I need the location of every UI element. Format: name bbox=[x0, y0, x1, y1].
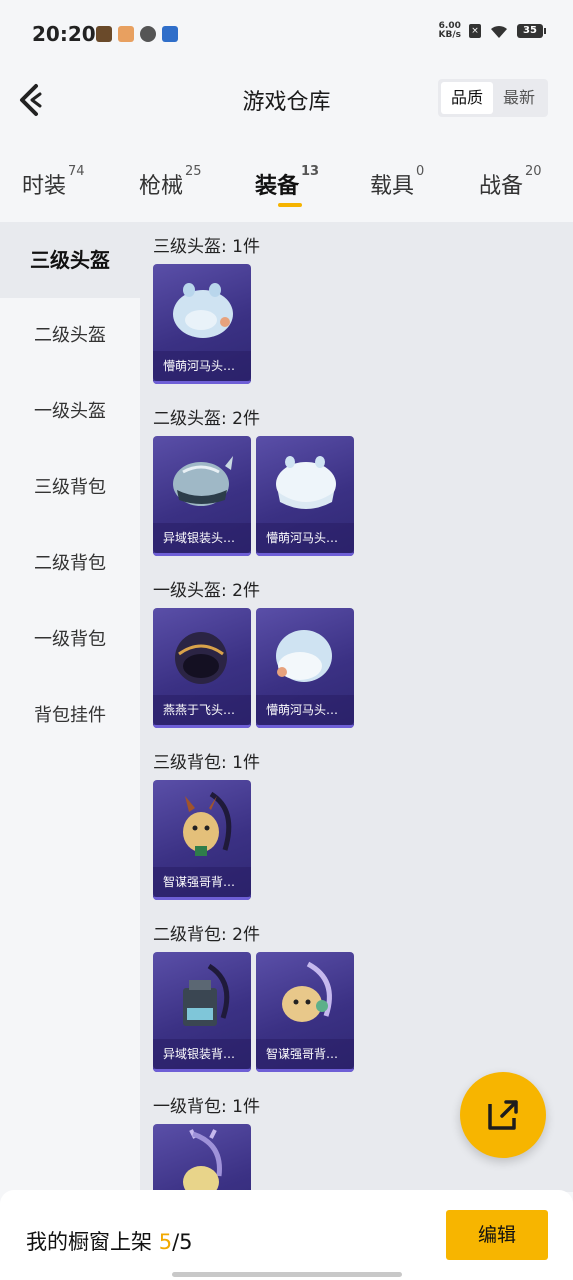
sidebar-item-backpack-charm[interactable]: 背包挂件 bbox=[0, 678, 140, 754]
sidebar-item-lvl2-helmet[interactable]: 二级头盔 bbox=[0, 298, 140, 374]
sort-toggle: 品质 最新 bbox=[438, 79, 548, 117]
showcase-total: 5 bbox=[179, 1230, 193, 1254]
status-time: 20:20 bbox=[32, 22, 96, 46]
section-lvl3-helmet: 三级头盔: 1件 懵萌河马头… bbox=[140, 222, 573, 394]
tab-supplies[interactable]: 战备20 bbox=[479, 164, 542, 200]
item-name: 智谋强哥背… bbox=[153, 867, 251, 897]
item-card[interactable]: 懵萌河马头… bbox=[153, 264, 251, 384]
app-header: 游戏仓库 品质 最新 bbox=[0, 56, 573, 146]
section-title: 一级头盔: 2件 bbox=[153, 581, 260, 601]
star-app-icon bbox=[162, 26, 178, 42]
category-sidebar: 三级头盔 二级头盔 一级头盔 三级背包 二级背包 一级背包 背包挂件 bbox=[0, 222, 140, 1192]
showcase-bar: 我的橱窗上架 5/5 编辑 bbox=[0, 1190, 573, 1280]
item-name: 懵萌河马头… bbox=[256, 695, 354, 725]
sidebar-item-lvl1-backpack[interactable]: 一级背包 bbox=[0, 602, 140, 678]
tab-vehicles[interactable]: 载具0 bbox=[370, 164, 424, 200]
item-name: 异域银装头… bbox=[153, 523, 251, 553]
item-card[interactable]: 懵萌河马头… bbox=[256, 436, 354, 556]
item-card[interactable]: 懵萌河马头… bbox=[256, 608, 354, 728]
section-title: 三级头盔: 1件 bbox=[153, 237, 260, 257]
sidebar-item-lvl2-backpack[interactable]: 二级背包 bbox=[0, 526, 140, 602]
showcase-current: 5 bbox=[158, 1230, 173, 1254]
share-icon bbox=[488, 1100, 518, 1130]
silver-helmet-icon bbox=[173, 456, 233, 506]
leaf-app-icon bbox=[140, 26, 156, 42]
item-card[interactable] bbox=[153, 1124, 251, 1192]
section-lvl3-backpack: 三级背包: 1件 智谋强哥背… bbox=[140, 738, 573, 910]
item-name: 懵萌河马头… bbox=[153, 351, 251, 381]
cake-app-icon bbox=[118, 26, 134, 42]
item-card[interactable]: 异域银装头… bbox=[153, 436, 251, 556]
showcase-status: 我的橱窗上架 5/5 bbox=[26, 1230, 193, 1254]
item-name: 智谋强哥背… bbox=[256, 1039, 354, 1069]
category-tabs: 时装74 枪械25 装备13 载具0 战备20 bbox=[0, 146, 573, 220]
white-helmet-icon bbox=[276, 630, 332, 682]
sort-quality-button[interactable]: 品质 bbox=[441, 82, 493, 114]
item-name: 燕燕于飞头… bbox=[153, 695, 251, 725]
battery-icon: 35 bbox=[517, 24, 546, 38]
network-speed: 6.00 KB/s bbox=[438, 21, 461, 40]
plush-backpack-icon bbox=[183, 791, 232, 856]
item-card[interactable]: 智谋强哥背… bbox=[256, 952, 354, 1072]
section-lvl1-helmet: 一级头盔: 2件 燕燕于飞头… 懵萌河马头… bbox=[140, 566, 573, 738]
wifi-icon bbox=[491, 25, 507, 38]
status-bar: 20:20 6.00 KB/s × 35 bbox=[0, 0, 573, 56]
plush-backpack-icon bbox=[282, 961, 332, 1022]
item-name: 异域银装背… bbox=[153, 1039, 251, 1069]
item-card[interactable]: 异域银装背… bbox=[153, 952, 251, 1072]
sort-latest-button[interactable]: 最新 bbox=[493, 82, 545, 114]
hippo-helmet-icon bbox=[173, 283, 233, 338]
game-app-icon bbox=[96, 26, 112, 42]
item-card[interactable]: 智谋强哥背… bbox=[153, 780, 251, 900]
share-button[interactable] bbox=[460, 1072, 546, 1158]
plush-backpack-icon bbox=[183, 1129, 222, 1192]
section-title: 三级背包: 1件 bbox=[153, 753, 260, 773]
active-tab-indicator bbox=[278, 203, 302, 207]
notification-icons bbox=[96, 26, 178, 42]
section-title: 二级背包: 2件 bbox=[153, 925, 260, 945]
no-sim-icon: × bbox=[469, 24, 481, 38]
dark-helmet-icon bbox=[175, 632, 227, 684]
silver-backpack-icon bbox=[183, 963, 230, 1026]
tab-equipment[interactable]: 装备13 bbox=[255, 164, 319, 200]
sidebar-item-lvl3-backpack[interactable]: 三级背包 bbox=[0, 450, 140, 526]
edit-button[interactable]: 编辑 bbox=[446, 1210, 548, 1260]
section-title: 二级头盔: 2件 bbox=[153, 409, 260, 429]
section-lvl2-backpack: 二级背包: 2件 异域银装背… 智谋强哥背… bbox=[140, 910, 573, 1082]
hippo-helmet-icon bbox=[276, 456, 336, 509]
tab-fashion[interactable]: 时装74 bbox=[22, 164, 85, 200]
home-indicator bbox=[172, 1272, 402, 1277]
sidebar-item-lvl1-helmet[interactable]: 一级头盔 bbox=[0, 374, 140, 450]
items-grid: 三级头盔: 1件 懵萌河马头… 二级头盔: 2件 异域银装头… 懵萌河马头… 一… bbox=[140, 222, 573, 1192]
section-lvl2-helmet: 二级头盔: 2件 异域银装头… 懵萌河马头… bbox=[140, 394, 573, 566]
item-card[interactable]: 燕燕于飞头… bbox=[153, 608, 251, 728]
tab-firearms[interactable]: 枪械25 bbox=[139, 164, 202, 200]
item-name: 懵萌河马头… bbox=[256, 523, 354, 553]
sidebar-item-lvl3-helmet[interactable]: 三级头盔 bbox=[0, 222, 140, 298]
